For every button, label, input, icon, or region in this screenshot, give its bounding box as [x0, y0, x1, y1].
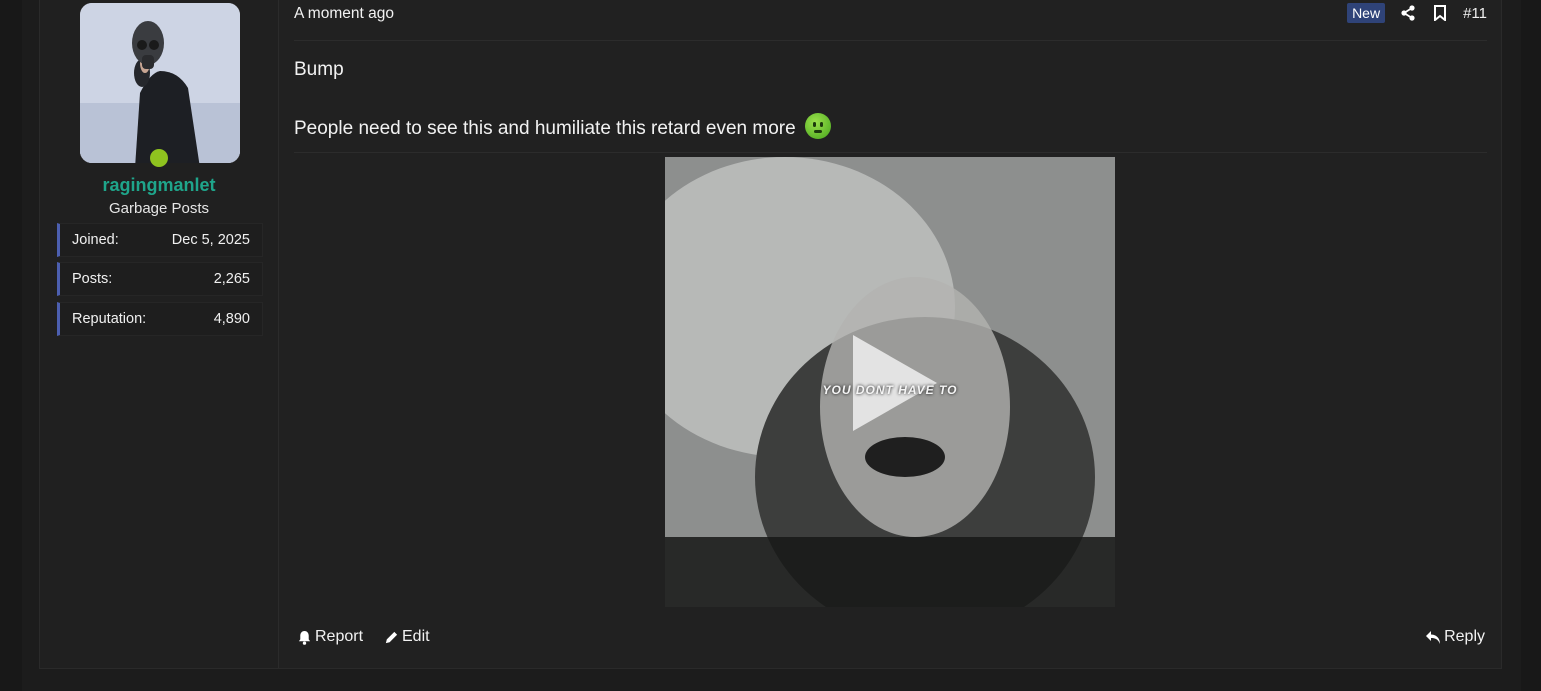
post-top-actions: New #11 [1347, 2, 1487, 24]
video-player[interactable]: YOU DONT HAVE TO [665, 157, 1115, 607]
post-text-line1: Bump [294, 59, 344, 80]
username[interactable]: ragingmanlet [40, 175, 278, 196]
new-badge: New [1347, 3, 1386, 23]
stat-value: 2,265 [213, 271, 250, 287]
body-divider [294, 152, 1487, 153]
reply-label: Reply [1444, 628, 1485, 645]
nauseated-face-icon [804, 113, 831, 139]
online-status-dot [150, 149, 168, 167]
post-text-line2-wrap: People need to see this and humiliate th… [294, 113, 831, 140]
post-number-link[interactable]: #11 [1463, 5, 1487, 22]
bookmark-icon[interactable] [1431, 4, 1449, 22]
reply-button[interactable]: Reply [1425, 628, 1485, 646]
stat-reputation: Reputation: 4,890 [57, 302, 263, 336]
post-text-line2: People need to see this and humiliate th… [294, 118, 796, 139]
pencil-icon [385, 631, 398, 643]
video-caption: YOU DONT HAVE TO [822, 383, 958, 397]
stat-posts: Posts: 2,265 [57, 262, 263, 296]
stat-label: Reputation: [72, 311, 147, 327]
bell-icon [298, 630, 311, 645]
avatar-image [80, 3, 240, 163]
edit-label: Edit [402, 628, 430, 645]
stat-value: 4,890 [213, 311, 250, 327]
stat-joined: Joined: Dec 5, 2025 [57, 223, 263, 257]
stat-value: Dec 5, 2025 [171, 232, 250, 248]
stat-label: Joined: [72, 232, 119, 248]
forum-post: ragingmanlet Garbage Posts Joined: Dec 5… [39, 0, 1502, 669]
reply-arrow-icon [1426, 630, 1441, 644]
share-icon[interactable] [1399, 4, 1417, 22]
user-sidebar: ragingmanlet Garbage Posts Joined: Dec 5… [40, 0, 279, 668]
edit-button[interactable]: Edit [384, 628, 430, 646]
stat-label: Posts: [72, 271, 113, 287]
report-button[interactable]: Report [297, 628, 363, 646]
header-divider [294, 40, 1487, 41]
post-main: A moment ago New #11 Bump People need to… [279, 0, 1501, 668]
report-label: Report [315, 628, 364, 645]
user-title: Garbage Posts [108, 200, 210, 217]
post-timestamp[interactable]: A moment ago [294, 5, 394, 23]
avatar[interactable] [80, 3, 240, 163]
